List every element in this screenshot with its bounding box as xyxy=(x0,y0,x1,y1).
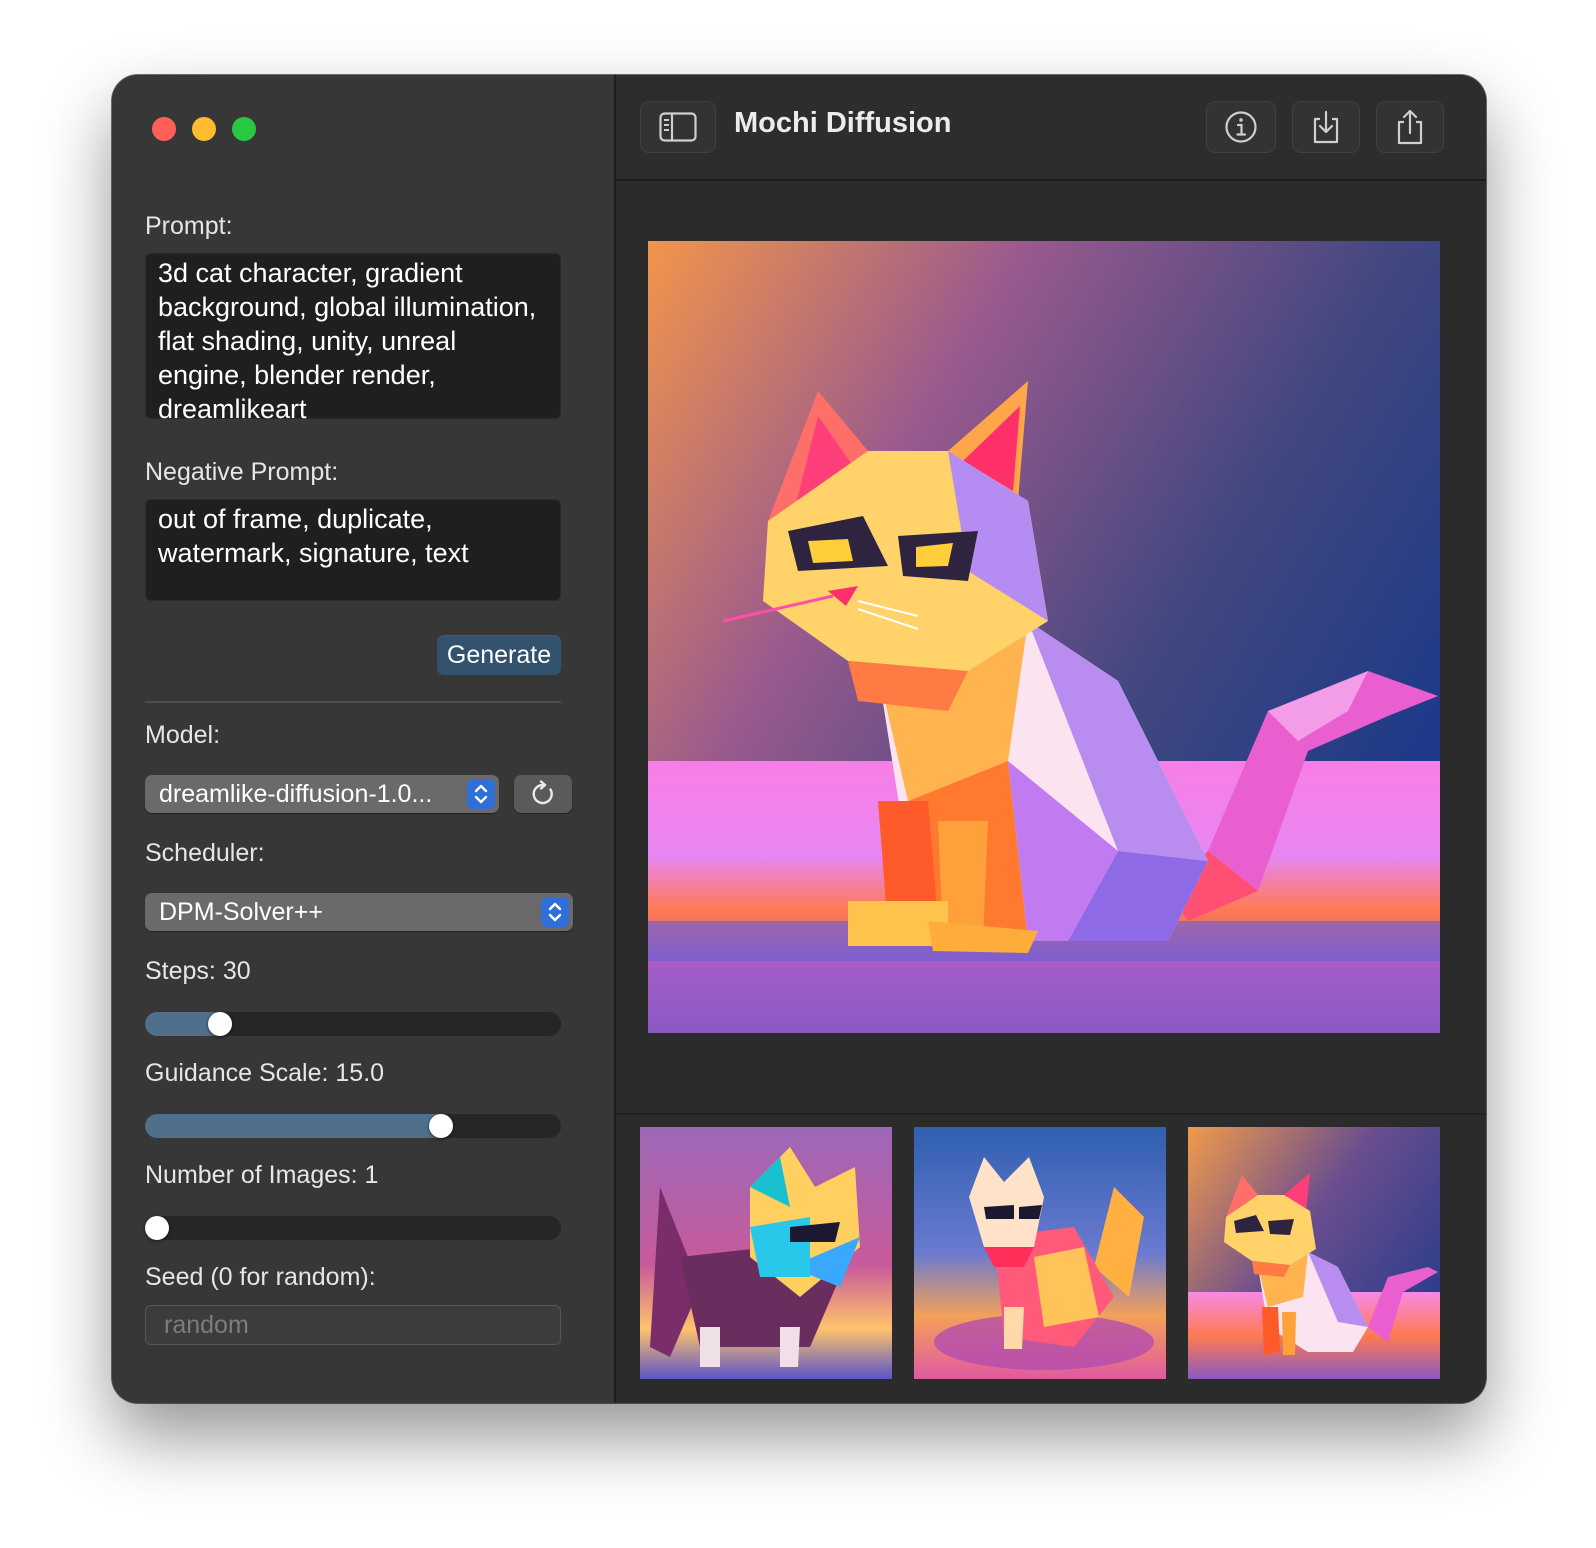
refresh-icon xyxy=(532,780,553,805)
refresh-models-button[interactable] xyxy=(514,775,572,813)
window-title: Mochi Diffusion xyxy=(734,107,952,139)
guidance-scale-label: Guidance Scale: 15.0 xyxy=(145,1059,385,1087)
chevron-up-down-icon xyxy=(467,779,495,809)
save-image-button[interactable] xyxy=(1292,101,1360,153)
negative-prompt-textarea[interactable]: out of frame, duplicate, watermark, sign… xyxy=(145,499,561,601)
model-select[interactable]: dreamlike-diffusion-1.0... xyxy=(145,775,499,813)
number-of-images-label: Number of Images: 1 xyxy=(145,1161,379,1189)
model-label: Model: xyxy=(145,721,221,749)
gallery-thumbnail[interactable] xyxy=(914,1127,1166,1379)
gallery-thumbnail[interactable] xyxy=(640,1127,892,1379)
scheduler-select[interactable]: DPM-Solver++ xyxy=(145,893,573,931)
scheduler-label: Scheduler: xyxy=(145,839,265,867)
zoom-window-button[interactable] xyxy=(232,117,256,141)
seed-label: Seed (0 for random): xyxy=(145,1263,376,1291)
negative-prompt-label: Negative Prompt: xyxy=(145,458,339,486)
guidance-scale-slider[interactable] xyxy=(145,1114,561,1138)
close-window-button[interactable] xyxy=(152,117,176,141)
steps-label: Steps: 30 xyxy=(145,957,251,985)
sidebar-left-icon xyxy=(659,112,697,142)
image-info-button[interactable] xyxy=(1206,101,1276,153)
slider-knob[interactable] xyxy=(207,1012,232,1036)
share-button[interactable] xyxy=(1376,101,1444,153)
number-of-images-slider[interactable] xyxy=(145,1216,561,1240)
slider-knob[interactable] xyxy=(145,1216,169,1240)
slider-fill xyxy=(145,1114,442,1138)
window-controls xyxy=(152,117,256,141)
scheduler-select-value: DPM-Solver++ xyxy=(159,897,323,926)
gallery-separator xyxy=(616,1113,1486,1115)
main-area: Mochi Diffusion xyxy=(616,75,1486,1403)
slider-track xyxy=(145,1216,561,1240)
steps-slider[interactable] xyxy=(145,1012,561,1036)
gallery-thumbnail[interactable] xyxy=(1188,1127,1440,1379)
generate-button[interactable]: Generate xyxy=(437,635,561,675)
generated-image-preview[interactable] xyxy=(648,241,1440,1033)
model-select-value: dreamlike-diffusion-1.0... xyxy=(159,779,433,808)
toolbar: Mochi Diffusion xyxy=(616,75,1486,181)
minimize-window-button[interactable] xyxy=(192,117,216,141)
prompt-textarea[interactable]: 3d cat character, gradient background, g… xyxy=(145,253,561,424)
chevron-up-down-icon xyxy=(541,897,569,927)
sidebar: Prompt: 3d cat character, gradient backg… xyxy=(112,75,616,1403)
app-window: Prompt: 3d cat character, gradient backg… xyxy=(112,75,1486,1403)
info-circle-icon xyxy=(1225,111,1257,143)
share-icon xyxy=(1397,109,1423,145)
slider-knob[interactable] xyxy=(429,1114,454,1138)
download-tray-icon xyxy=(1313,110,1339,144)
toggle-sidebar-button[interactable] xyxy=(640,101,716,153)
prompt-label: Prompt: xyxy=(145,212,233,240)
seed-input[interactable]: random xyxy=(145,1305,561,1345)
sidebar-divider xyxy=(145,701,561,703)
